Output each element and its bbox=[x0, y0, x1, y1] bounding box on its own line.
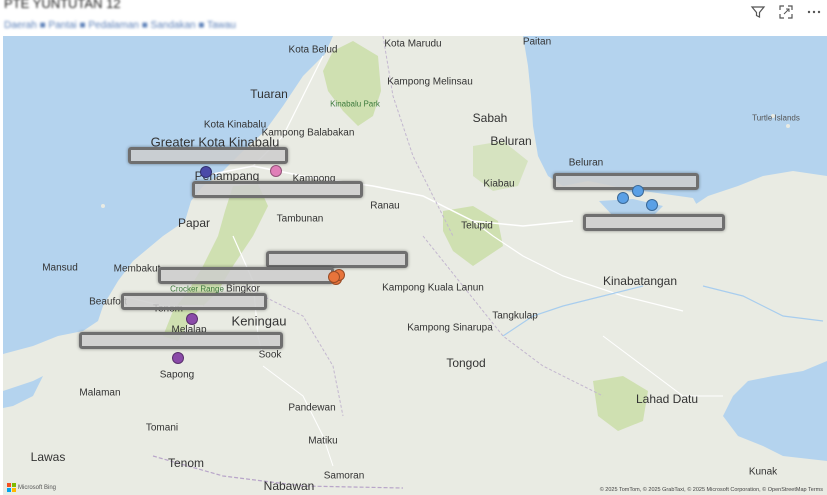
map-canvas[interactable]: Kota Marudu Paitan Kota Belud Kampong Melin… bbox=[3, 36, 827, 495]
place-label: Pandewan bbox=[288, 402, 336, 414]
place-label: Lahad Datu bbox=[635, 392, 699, 406]
place-label: Lawas bbox=[30, 450, 66, 464]
place-label: Sook bbox=[258, 349, 282, 361]
map-point-blue-2[interactable] bbox=[617, 192, 629, 204]
place-label: Tangkulap bbox=[492, 310, 538, 322]
place-label: Kiabau bbox=[483, 178, 515, 190]
place-label: Tambunan bbox=[276, 213, 324, 225]
place-label: Keningau bbox=[231, 313, 287, 329]
place-label: Mansud bbox=[42, 262, 78, 274]
header-toolbar bbox=[749, 3, 823, 21]
place-label: Beluran bbox=[490, 134, 532, 148]
filter-icon[interactable] bbox=[749, 3, 767, 21]
map-point-blue-3[interactable] bbox=[646, 199, 658, 211]
map-point-navy[interactable] bbox=[200, 166, 212, 178]
redacted-label-bar bbox=[128, 147, 288, 164]
redacted-label-bar bbox=[121, 293, 267, 310]
visual-header: PTE YUNTUTAN 12 Daerah ■ Pantai ■ Pedala… bbox=[0, 0, 827, 36]
map-point-purple-1[interactable] bbox=[186, 313, 198, 325]
place-label: Papar bbox=[177, 216, 211, 230]
place-label: Matiku bbox=[308, 435, 338, 447]
place-label: Malaman bbox=[79, 387, 121, 399]
place-label: Kampong Melinsau bbox=[387, 76, 473, 88]
redacted-label-bar bbox=[266, 251, 408, 268]
more-options-icon[interactable] bbox=[805, 3, 823, 21]
bing-logo: Microsoft Bing bbox=[7, 483, 56, 492]
place-label: Kunak bbox=[748, 466, 778, 478]
place-label: Telupid bbox=[461, 220, 493, 232]
legend-subtitle: Daerah ■ Pantai ■ Pedalaman ■ Sandakan ■… bbox=[4, 20, 236, 31]
place-label: Sabah bbox=[472, 111, 508, 125]
place-label: Nabawan bbox=[263, 479, 315, 493]
place-label: Ranau bbox=[370, 200, 400, 212]
redacted-label-bar bbox=[158, 267, 334, 284]
place-label: Turtle Islands bbox=[752, 113, 800, 123]
place-label: Kinabatangan bbox=[602, 274, 678, 288]
redacted-label-bar bbox=[79, 332, 283, 349]
place-label: Samoran bbox=[323, 470, 365, 482]
place-label: Kampong Kuala Lanun bbox=[382, 282, 484, 294]
map-point-purple-2[interactable] bbox=[172, 352, 184, 364]
place-label: Membakut bbox=[113, 263, 161, 275]
place-label: Kota Belud bbox=[288, 44, 338, 56]
place-label: Kota Marudu bbox=[384, 38, 442, 50]
redacted-label-bar bbox=[553, 173, 699, 190]
place-label: Kampong Sinarupa bbox=[407, 322, 493, 334]
redacted-label-bar bbox=[192, 181, 363, 198]
visual-title: PTE YUNTUTAN 12 bbox=[4, 0, 121, 11]
map-point-pink[interactable] bbox=[270, 165, 282, 177]
bing-label: Microsoft Bing bbox=[18, 484, 57, 491]
place-label: Tomani bbox=[145, 422, 179, 434]
microsoft-logo-icon bbox=[7, 483, 16, 492]
place-label: Tenom bbox=[167, 456, 205, 470]
map-point-orange-3[interactable] bbox=[328, 271, 340, 283]
map-attribution[interactable]: © 2025 TomTom, © 2025 GrabTaxi, © 2025 M… bbox=[600, 487, 823, 493]
place-label: Tuaran bbox=[250, 87, 288, 101]
place-label: Tongod bbox=[446, 356, 486, 370]
focus-mode-icon[interactable] bbox=[777, 3, 795, 21]
place-label: Sapong bbox=[159, 369, 195, 381]
place-label: Kota Kinabalu bbox=[203, 119, 267, 131]
place-label: Beluran bbox=[568, 157, 604, 169]
place-label: Paitan bbox=[522, 36, 552, 48]
redacted-label-bar bbox=[583, 214, 725, 231]
map-point-blue-1[interactable] bbox=[632, 185, 644, 197]
place-label: Kinabalu Park bbox=[330, 99, 380, 109]
